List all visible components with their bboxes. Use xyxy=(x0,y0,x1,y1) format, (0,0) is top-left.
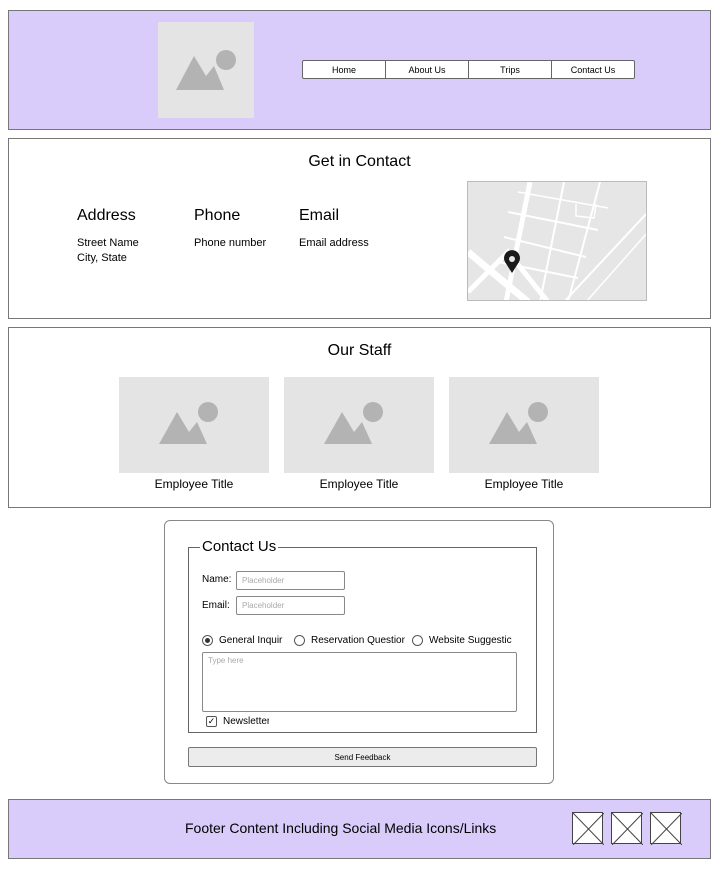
nav-contact-us[interactable]: Contact Us xyxy=(551,60,635,79)
image-icon xyxy=(159,402,218,444)
image-icon xyxy=(176,50,236,90)
placeholder-x-icon xyxy=(611,812,644,846)
logo-image-placeholder[interactable] xyxy=(158,22,254,118)
staff-photo-placeholder[interactable] xyxy=(449,377,599,473)
contact-info-title: Get in Contact xyxy=(308,153,411,170)
staff-employee-title: Employee Title xyxy=(319,477,399,491)
staff-section: Our Staff Employee Title Employee Title … xyxy=(8,327,711,508)
contact-form-legend: Contact Us xyxy=(200,538,279,555)
radio-website-suggestion[interactable]: Website Suggestic xyxy=(412,635,518,646)
staff-photo-placeholder[interactable] xyxy=(284,377,434,473)
checkbox-checked-icon[interactable]: ✓ xyxy=(206,716,217,727)
address-heading: Address xyxy=(77,207,136,224)
email-value: Email address xyxy=(299,237,369,249)
phone-block: Phone Phone number xyxy=(194,207,266,251)
radio-label: Website Suggestic xyxy=(429,635,512,646)
staff-photo-placeholder[interactable] xyxy=(119,377,269,473)
address-line-1: Street Name xyxy=(77,237,139,249)
staff-card: Employee Title xyxy=(449,377,599,491)
nav-about-us[interactable]: About Us xyxy=(385,60,469,79)
newsletter-label: Newsletter xyxy=(223,716,269,727)
staff-card: Employee Title xyxy=(119,377,269,491)
radio-reservation-question[interactable]: Reservation Questior xyxy=(294,635,408,646)
email-input[interactable]: Placeholder xyxy=(236,596,345,615)
email-label: Email: xyxy=(202,600,230,611)
placeholder-x-icon xyxy=(650,812,683,846)
email-heading: Email xyxy=(299,207,340,224)
radio-general-inquiry[interactable]: General Inquir xyxy=(202,635,290,646)
address-line-2: City, State xyxy=(77,252,127,264)
message-textarea[interactable]: Type here xyxy=(202,652,517,712)
staff-card: Employee Title xyxy=(284,377,434,491)
social-icon-placeholder[interactable] xyxy=(572,812,605,846)
send-feedback-button[interactable]: Send Feedback xyxy=(188,747,537,767)
map-icon xyxy=(468,182,646,300)
nav-home[interactable]: Home xyxy=(302,60,386,79)
radio-selected-icon xyxy=(202,635,213,646)
radio-label: Reservation Questior xyxy=(311,635,405,646)
image-icon xyxy=(489,402,548,444)
social-icon-placeholder[interactable] xyxy=(611,812,644,846)
phone-value: Phone number xyxy=(194,237,267,249)
radio-unselected-icon xyxy=(294,635,305,646)
radio-unselected-icon xyxy=(412,635,423,646)
staff-employee-title: Employee Title xyxy=(154,477,234,491)
address-block: Address Street Name City, State xyxy=(77,207,139,266)
email-block: Email Email address xyxy=(299,207,369,251)
newsletter-checkbox-row[interactable]: ✓ Newsletter xyxy=(206,716,269,727)
footer-text: Footer Content Including Social Media Ic… xyxy=(185,820,497,836)
radio-label: General Inquir xyxy=(219,635,283,646)
main-nav: Home About Us Trips Contact Us xyxy=(302,60,635,79)
name-label: Name: xyxy=(202,574,232,585)
image-icon xyxy=(324,402,383,444)
staff-title: Our Staff xyxy=(327,342,392,359)
location-map[interactable] xyxy=(467,181,647,301)
placeholder-x-icon xyxy=(572,812,605,846)
staff-employee-title: Employee Title xyxy=(484,477,564,491)
nav-trips[interactable]: Trips xyxy=(468,60,552,79)
phone-heading: Phone xyxy=(194,207,241,224)
name-input[interactable]: Placeholder xyxy=(236,571,345,590)
social-icon-placeholder[interactable] xyxy=(650,812,683,846)
